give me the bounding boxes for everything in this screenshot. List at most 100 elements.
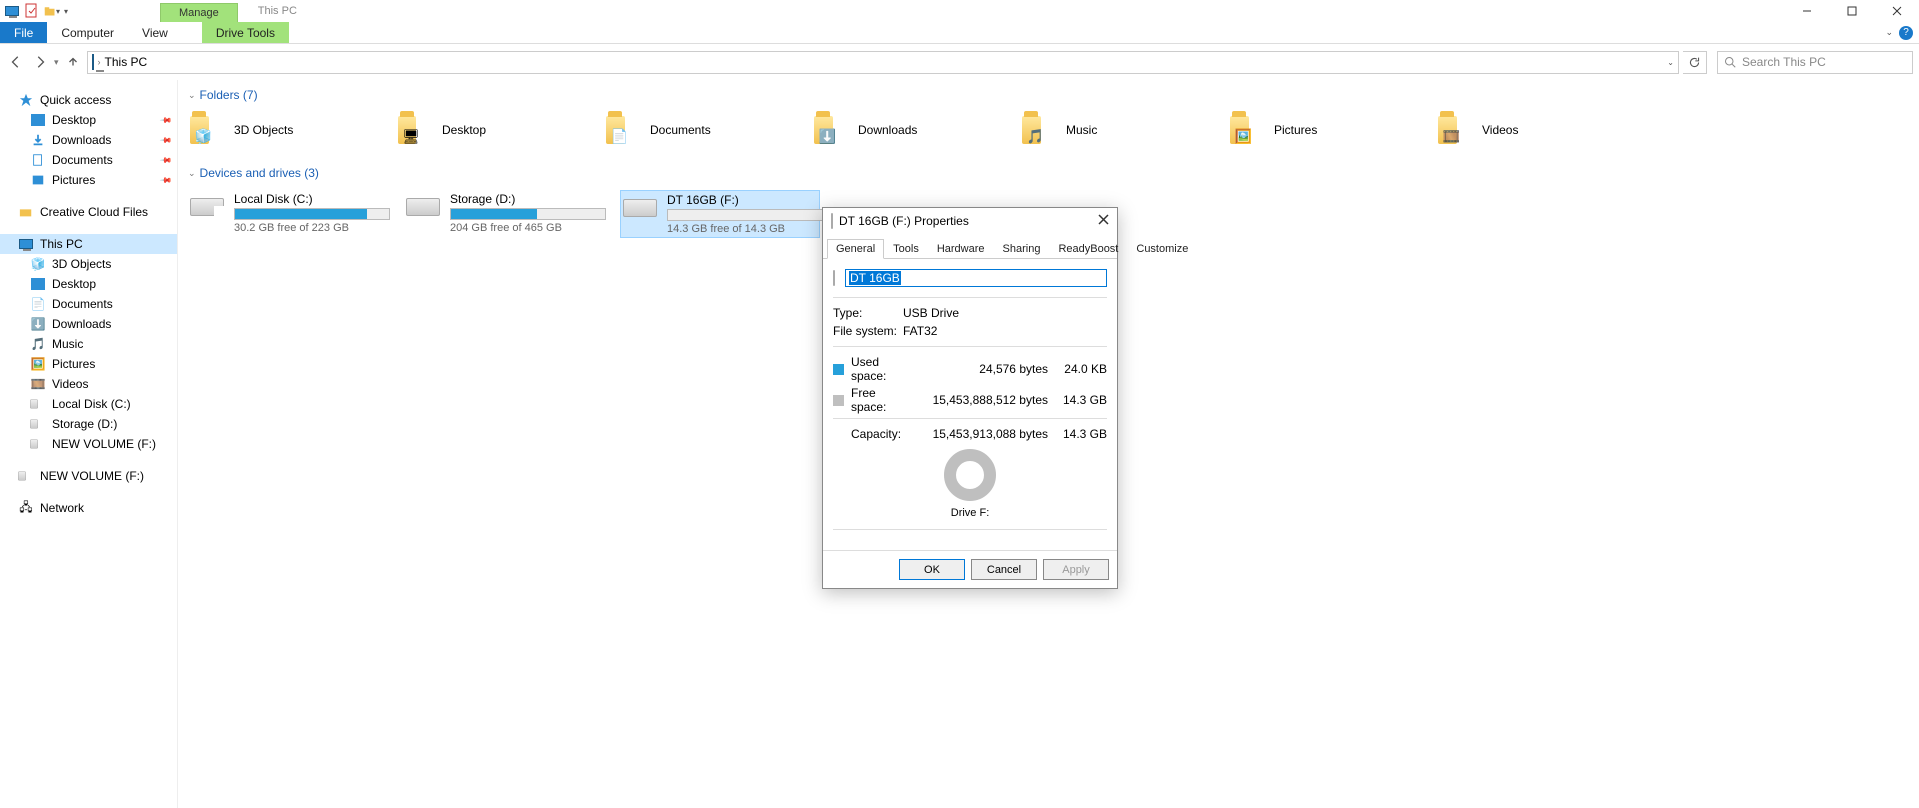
star-icon [18,92,34,108]
nav-quick-pictures[interactable]: Pictures📌 [0,170,177,190]
nav-label: Desktop [52,113,96,127]
drive-icon [833,271,835,285]
folder-icon: 🎵 [1022,112,1058,148]
free-label: Free space: [851,386,911,414]
nav-local-disk-c[interactable]: Local Disk (C:) [0,394,177,414]
apply-button[interactable]: Apply [1043,559,1109,580]
folder-icon: 🎞️ [1438,112,1474,148]
search-icon [1724,56,1736,68]
type-label: Type: [833,306,903,320]
dialog-title: DT 16GB (F:) Properties [839,214,969,228]
drive-icon [30,396,46,412]
tab-computer[interactable]: Computer [47,22,128,43]
section-title: Devices and drives (3) [200,166,319,180]
chevron-down-icon: ⌄ [188,90,196,101]
tab-file[interactable]: File [0,22,47,43]
folder-item[interactable]: 📄Documents [604,108,812,152]
window-title: This PC [258,5,297,17]
nav-creative-cloud[interactable]: Creative Cloud Files [0,202,177,222]
tab-customize[interactable]: Customize [1127,239,1197,259]
dialog-titlebar[interactable]: DT 16GB (F:) Properties [823,208,1117,234]
recent-locations-icon[interactable]: ▾ [54,57,59,68]
drive-label: DT 16GB (F:) [667,193,823,207]
capacity-human: 14.3 GB [1052,427,1107,441]
drive-item[interactable]: DT 16GB (F:) 14.3 GB free of 14.3 GB [620,190,820,238]
nav-label: NEW VOLUME (F:) [52,437,156,451]
drive-item[interactable]: Storage (D:) 204 GB free of 465 GB [404,190,604,238]
tab-view[interactable]: View [128,22,182,43]
folder-item[interactable]: 🎵Music [1020,108,1228,152]
nav-label: 3D Objects [52,257,111,271]
nav-downloads[interactable]: ⬇️Downloads [0,314,177,334]
nav-desktop[interactable]: Desktop [0,274,177,294]
folder-item[interactable]: ⬇️Downloads [812,108,1020,152]
nav-videos[interactable]: 🎞️Videos [0,374,177,394]
nav-this-pc[interactable]: This PC [0,234,177,254]
minimize-button[interactable] [1784,0,1829,22]
dialog-close-button[interactable] [1098,214,1109,228]
used-swatch-icon [833,364,844,375]
close-button[interactable] [1874,0,1919,22]
breadcrumb-separator-icon[interactable]: › [98,57,101,67]
nav-quick-access[interactable]: Quick access [0,90,177,110]
drive-label: Storage (D:) [450,192,606,206]
music-icon: 🎵 [30,336,46,352]
folder-icon [18,204,34,220]
drive-item[interactable]: Local Disk (C:) 30.2 GB free of 223 GB [188,190,388,238]
this-pc-icon [18,236,34,252]
forward-button[interactable] [30,52,50,72]
ribbon: File Computer View Drive Tools ⌄ ? [0,22,1919,44]
maximize-button[interactable] [1829,0,1874,22]
drive-usage-bar [450,208,606,220]
nav-storage-d[interactable]: Storage (D:) [0,414,177,434]
nav-pictures[interactable]: 🖼️Pictures [0,354,177,374]
nav-new-volume-f-root[interactable]: NEW VOLUME (F:) [0,466,177,486]
qat-customize-icon[interactable]: ▾ [64,7,68,16]
tab-readyboost[interactable]: ReadyBoost [1049,239,1127,259]
properties-icon[interactable] [24,3,40,19]
documents-icon: 📄 [30,296,46,312]
address-dropdown-icon[interactable]: ⌄ [1667,58,1674,67]
tab-tools[interactable]: Tools [884,239,928,259]
filesystem-label: File system: [833,324,903,338]
tab-hardware[interactable]: Hardware [928,239,994,259]
folder-item[interactable]: 🧊3D Objects [188,108,396,152]
up-button[interactable] [63,52,83,72]
nav-label: Downloads [52,317,111,331]
folder-item[interactable]: 🖥Desktop [396,108,604,152]
pin-icon: 📌 [159,173,172,186]
nav-3d-objects[interactable]: 🧊3D Objects [0,254,177,274]
nav-label: NEW VOLUME (F:) [40,469,144,483]
nav-music[interactable]: 🎵Music [0,334,177,354]
nav-quick-desktop[interactable]: Desktop📌 [0,110,177,130]
drive-icon [623,193,657,223]
drive-icon [30,416,46,432]
refresh-button[interactable] [1683,51,1707,74]
new-folder-icon[interactable]: ▾ [44,3,60,19]
address-field[interactable]: › This PC ⌄ [87,51,1679,74]
ok-button[interactable]: OK [899,559,965,580]
search-input[interactable]: Search This PC [1717,51,1913,74]
tab-drive-tools[interactable]: Drive Tools [202,22,289,43]
pictures-icon [30,172,46,188]
tab-general[interactable]: General [827,239,884,259]
ribbon-expand-icon[interactable]: ⌄ [1885,27,1893,38]
nav-quick-downloads[interactable]: Downloads📌 [0,130,177,150]
section-drives[interactable]: ⌄ Devices and drives (3) [188,166,1909,180]
nav-documents[interactable]: 📄Documents [0,294,177,314]
tab-sharing[interactable]: Sharing [994,239,1050,259]
section-folders[interactable]: ⌄ Folders (7) [188,88,1909,102]
back-button[interactable] [6,52,26,72]
cancel-button[interactable]: Cancel [971,559,1037,580]
nav-quick-documents[interactable]: Documents📌 [0,150,177,170]
nav-network[interactable]: 🖧Network [0,498,177,518]
drive-name-input[interactable]: DT 16GB [845,269,1107,287]
nav-label: Network [40,501,84,515]
title-bar: ▾ ▾ Manage This PC [0,0,1919,22]
nav-new-volume-f[interactable]: NEW VOLUME (F:) [0,434,177,454]
folder-item[interactable]: 🎞️Videos [1436,108,1644,152]
help-icon[interactable]: ? [1899,26,1913,40]
folder-item[interactable]: 🖼️Pictures [1228,108,1436,152]
breadcrumb-this-pc[interactable]: This PC [105,55,148,69]
drive-icon [190,192,224,222]
